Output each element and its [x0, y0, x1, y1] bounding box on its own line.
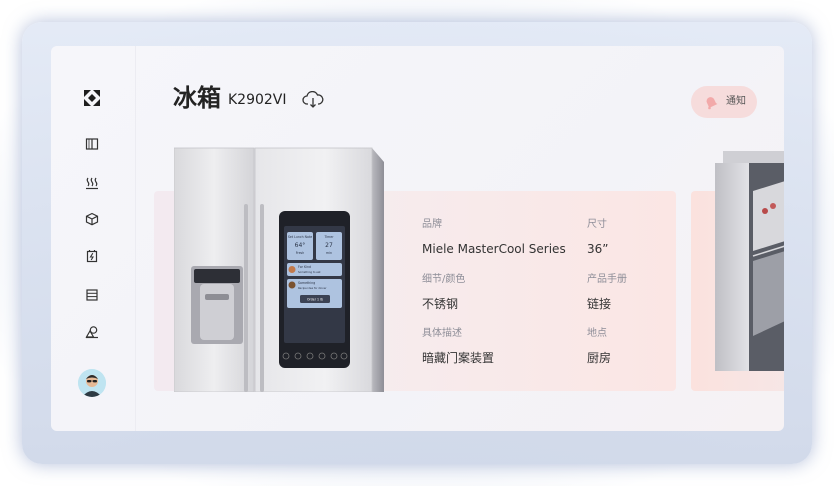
app-window: 冰箱 K2902VI 通知 Set Lunch Note 64° Fresh T… — [51, 46, 784, 431]
location-label: 地点 — [587, 328, 607, 339]
screen-tile2-sub: min — [326, 251, 332, 255]
bell-icon — [706, 97, 718, 110]
screen-row1-title: For Kind — [298, 265, 311, 269]
refrigerator-image: Set Lunch Note 64° Fresh Timer 27 min Fo… — [174, 147, 384, 392]
screen-tile1-sub: Fresh — [296, 251, 304, 255]
book-icon[interactable] — [85, 137, 99, 151]
screen-tile1-value: 64° — [295, 242, 306, 249]
battery-charging-icon[interactable] — [85, 249, 99, 263]
screen-order-button: Order 1 lb — [307, 298, 323, 302]
brand-logo-icon[interactable] — [82, 88, 102, 108]
description-label: 具体描述 — [422, 328, 462, 339]
screen-tile2-value: 27 — [325, 242, 333, 249]
manual-label: 产品手册 — [587, 274, 627, 285]
location-value: 厨房 — [587, 351, 612, 365]
screen-row1-sub: Something to eat — [298, 270, 320, 274]
heat-waves-icon[interactable] — [85, 176, 99, 190]
shapes-icon[interactable] — [85, 325, 99, 339]
finish-value: 不锈钢 — [422, 297, 459, 311]
brand-value: Miele MasterCool Series — [422, 242, 566, 256]
user-avatar-icon — [78, 369, 106, 397]
screen-tile1-title: Set Lunch Note — [288, 235, 312, 239]
dishwasher-image — [715, 151, 784, 371]
brand-label: 品牌 — [422, 219, 442, 230]
notify-button[interactable]: 通知 — [691, 86, 757, 118]
screen-row2-sub: Recipe idea for dinner — [298, 286, 328, 290]
cube-icon[interactable] — [85, 212, 99, 226]
manual-link[interactable]: 链接 — [587, 297, 611, 312]
size-value: 36” — [587, 242, 609, 256]
sidebar — [51, 46, 136, 431]
notify-label: 通知 — [726, 96, 746, 107]
page-title: 冰箱 — [173, 84, 221, 112]
avatar[interactable] — [78, 369, 106, 397]
screen-row2-title: Something — [298, 281, 315, 285]
screen-tile2-title: Timer — [323, 235, 334, 239]
model-number: K2902VI — [228, 92, 287, 108]
list-icon[interactable] — [85, 288, 99, 302]
cloud-download-icon[interactable] — [302, 91, 324, 109]
description-value: 暗藏门案装置 — [422, 351, 495, 365]
size-label: 尺寸 — [587, 219, 607, 230]
finish-label: 细节/颜色 — [422, 274, 466, 285]
